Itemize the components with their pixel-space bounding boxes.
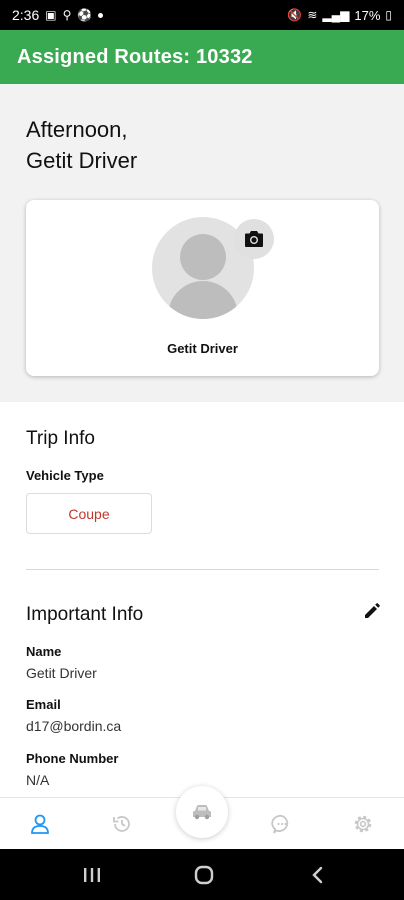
battery-icon: ▯	[385, 8, 392, 22]
status-right: 🔇 ≋ ▂▄▆ 17% ▯	[287, 8, 392, 23]
nav-profile[interactable]	[28, 812, 52, 836]
avatar-head	[180, 234, 226, 280]
back-button[interactable]	[305, 862, 331, 888]
home-icon	[194, 865, 214, 885]
status-left: 2:36 ▣ ⚲ ⚽	[12, 7, 104, 23]
important-info-title: Important Info	[26, 604, 144, 625]
notification-icon: ▣	[45, 8, 57, 22]
mute-icon: 🔇	[287, 8, 303, 22]
camera-icon	[245, 231, 263, 247]
name-label: Name	[26, 644, 62, 659]
greeting: Afternoon, Getit Driver	[26, 114, 137, 176]
car-icon	[193, 805, 211, 820]
status-bar: 2:36 ▣ ⚲ ⚽ 🔇 ≋ ▂▄▆ 17% ▯	[0, 0, 404, 30]
back-icon	[312, 866, 323, 884]
change-photo-button[interactable]	[234, 219, 274, 259]
history-icon	[113, 816, 130, 832]
profile-name: Getit Driver	[167, 341, 238, 356]
section-divider	[26, 569, 379, 570]
greeting-line-2: Getit Driver	[26, 148, 138, 173]
edit-info-button[interactable]	[362, 601, 382, 621]
nav-messages[interactable]	[270, 812, 294, 836]
chat-icon	[271, 814, 289, 834]
email-label: Email	[26, 697, 61, 712]
status-time: 2:36	[12, 7, 40, 23]
more-notifications-icon	[98, 12, 104, 18]
recents-icon	[84, 868, 100, 882]
vehicle-type-label: Vehicle Type	[26, 468, 104, 483]
app-bar-title: Assigned Routes: 10332	[17, 45, 253, 68]
nav-settings[interactable]	[351, 812, 375, 836]
profile-card: Getit Driver	[26, 200, 379, 376]
nav-trips[interactable]	[176, 786, 228, 838]
header-section: Afternoon, Getit Driver Getit Driver	[0, 84, 404, 402]
avatar-body	[168, 281, 238, 319]
settings-icon	[354, 815, 372, 833]
phone-label: Phone Number	[26, 751, 119, 766]
app-bar: Assigned Routes: 10332	[0, 30, 404, 84]
vehicle-type-field[interactable]: Coupe	[26, 493, 152, 534]
nav-history[interactable]	[110, 812, 134, 836]
trip-info-title: Trip Info	[26, 428, 95, 449]
signal-icon: ▂▄▆	[322, 8, 350, 22]
soccer-icon: ⚽	[77, 8, 93, 22]
system-nav-bar	[0, 849, 404, 900]
edit-icon	[365, 603, 380, 618]
wifi-icon: ≋	[307, 8, 318, 22]
profile-icon	[31, 814, 49, 834]
battery-level: 17%	[354, 7, 381, 23]
greeting-line-1: Afternoon,	[26, 117, 128, 142]
recents-button[interactable]	[79, 862, 105, 888]
phone-value: N/A	[26, 772, 50, 788]
bottom-nav	[0, 786, 404, 849]
email-value: d17@bordin.ca	[26, 718, 122, 734]
vehicle-type-value: Coupe	[68, 505, 110, 522]
location-icon: ⚲	[62, 8, 72, 22]
home-button[interactable]	[191, 862, 217, 888]
name-value: Getit Driver	[26, 665, 97, 681]
